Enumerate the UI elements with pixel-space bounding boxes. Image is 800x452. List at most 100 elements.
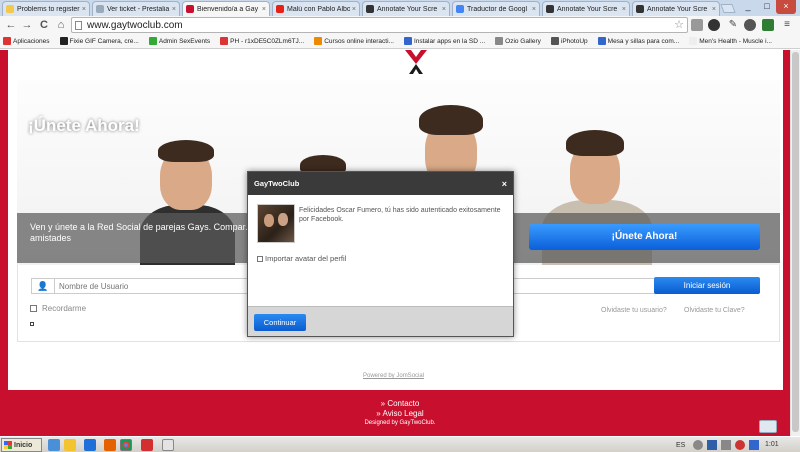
browser-tab[interactable]: Annotate Your Scre ×	[632, 1, 720, 16]
home-button[interactable]: ⌂	[54, 18, 68, 32]
bookmark-item[interactable]: Mesa y sillas para com...	[597, 37, 679, 45]
tab-close-icon[interactable]: ×	[262, 6, 266, 13]
continue-button[interactable]: Continuar	[254, 314, 306, 331]
tab-label: Annotate Your Scre	[557, 5, 618, 13]
bookmark-item[interactable]: Cursos online interacti...	[314, 37, 394, 45]
bookmark-icon	[689, 37, 698, 45]
browser-tab[interactable]: Bienvenido/a a Gay ×	[182, 1, 270, 16]
bookmark-label: Admin SexEvents	[158, 37, 211, 45]
small-checkbox[interactable]	[30, 322, 34, 326]
designed-by: Designed by GayTwoClub.	[364, 420, 436, 426]
maximize-button[interactable]: □	[757, 0, 777, 14]
modal-message: Felicidades Oscar Fumero, tú has sido au…	[299, 207, 501, 223]
tab-close-icon[interactable]: ×	[532, 6, 536, 13]
bookmark-item[interactable]: Admin SexEvents	[148, 37, 211, 45]
clock: 1:01	[765, 441, 779, 448]
scrollbar[interactable]	[790, 50, 800, 436]
import-avatar-checkbox[interactable]	[257, 255, 263, 262]
remember-label: Recordarme	[42, 304, 87, 313]
tab-label: Traductor de Googl	[467, 5, 528, 13]
browser-tab[interactable]: Ver ticket - Prestalia ×	[92, 1, 180, 16]
desktop-icon[interactable]	[48, 439, 60, 451]
bookmark-star-icon[interactable]: ☆	[674, 18, 684, 32]
acrobat-icon[interactable]	[141, 439, 153, 451]
contact-link[interactable]: » Contacto	[0, 399, 800, 409]
bookmark-label: Cursos online interacti...	[324, 37, 394, 45]
bookmark-item[interactable]: Fixie GIF Camera, cre...	[59, 37, 139, 45]
auth-modal: GayTwoClub × Felicidades Oscar Fumero, t…	[247, 171, 514, 337]
remember-checkbox[interactable]	[30, 305, 37, 312]
tab-favicon-icon	[456, 5, 464, 13]
window-close-button[interactable]: ×	[776, 0, 796, 14]
browser-tab[interactable]: Malú con Pablo Albo ×	[272, 1, 360, 16]
browser-tab[interactable]: Traductor de Googl ×	[452, 1, 540, 16]
tab-close-icon[interactable]: ×	[442, 6, 446, 13]
bookmark-item[interactable]: Instalar apps en la SD ...	[403, 37, 485, 45]
browser-tab[interactable]: Problems to register ×	[2, 1, 90, 16]
start-label: Inicio	[14, 441, 33, 449]
new-tab-button[interactable]	[720, 4, 736, 13]
join-now-button[interactable]: ¡Únete Ahora!	[529, 224, 760, 250]
forward-button[interactable]: →	[20, 18, 34, 32]
remember-me[interactable]: Recordarme	[30, 304, 86, 313]
tray-icon[interactable]	[693, 440, 704, 450]
bookmark-item[interactable]: Aplicaciones	[3, 37, 50, 45]
legal-link[interactable]: » Aviso Legal	[0, 409, 800, 419]
pen-extension-icon[interactable]: ✎	[727, 19, 739, 31]
extension-icon[interactable]	[708, 19, 720, 31]
extension-icon-2[interactable]	[744, 19, 756, 31]
scroll-thumb[interactable]	[792, 52, 799, 432]
browser-tab[interactable]: Annotate Your Scre ×	[542, 1, 630, 16]
forgot-username-link[interactable]: Olvidaste tu usuario?	[601, 307, 667, 314]
tab-close-icon[interactable]: ×	[82, 6, 86, 13]
firefox-icon[interactable]	[104, 439, 116, 451]
login-button[interactable]: Iniciar sesión	[654, 277, 760, 294]
reload-button[interactable]: C	[37, 18, 51, 32]
import-avatar-option[interactable]: Importar avatar del perfil	[257, 254, 346, 263]
bookmark-item[interactable]: Ozio Gallery	[495, 37, 541, 45]
tab-close-icon[interactable]: ×	[352, 6, 356, 13]
bookmark-icon	[550, 37, 559, 45]
modal-body: Felicidades Oscar Fumero, tú has sido au…	[248, 195, 513, 306]
chat-icon[interactable]	[759, 420, 777, 433]
minimize-button[interactable]: _	[738, 0, 758, 14]
menu-icon[interactable]: ≡	[781, 19, 793, 31]
network-icon[interactable]	[707, 440, 718, 450]
tab-close-icon[interactable]: ×	[172, 6, 176, 13]
bookmark-item[interactable]: iPhotoUp	[550, 37, 588, 45]
tab-favicon-icon	[6, 5, 14, 13]
gmail-extension-icon[interactable]	[691, 19, 703, 31]
back-button[interactable]: ←	[4, 18, 18, 32]
bookmark-item[interactable]: Men's Health - Muscle i...	[689, 37, 772, 45]
avatar	[257, 204, 295, 243]
antivirus-icon[interactable]	[735, 440, 746, 450]
hero-title: ¡Únete Ahora!	[28, 116, 140, 135]
bookmark-icon	[314, 37, 323, 45]
volume-icon[interactable]	[721, 440, 732, 450]
folder-icon[interactable]	[64, 439, 76, 451]
browser-toolbar: ← → C ⌂ www.gaytwoclub.com ☆ ✎ ≡	[0, 16, 800, 34]
bookmark-icon	[597, 37, 606, 45]
tab-favicon-icon	[636, 5, 644, 13]
bookmark-item[interactable]: PH - r1xDE5C0ZLm6TJ...	[220, 37, 304, 45]
ie-icon[interactable]	[84, 439, 96, 451]
bookmark-icon	[403, 37, 412, 45]
powered-by-link[interactable]: Powered by JomSocial	[363, 373, 424, 379]
bookmarks-bar: Aplicaciones Fixie GIF Camera, cre... Admi…	[0, 34, 800, 49]
extension-icon-3[interactable]	[762, 19, 774, 31]
system-tray: ES	[676, 438, 760, 452]
language-indicator[interactable]: ES	[676, 442, 685, 449]
site-logo[interactable]	[401, 50, 431, 74]
address-bar[interactable]: www.gaytwoclub.com ☆	[71, 17, 688, 33]
browser-tab[interactable]: Annotate Your Scre ×	[362, 1, 450, 16]
tray-app-icon[interactable]	[749, 440, 760, 450]
forgot-password-link[interactable]: Olvidaste tu Clave?	[684, 307, 745, 314]
chrome-icon[interactable]	[120, 439, 132, 451]
tab-strip: Problems to register × Ver ticket - Presta…	[0, 0, 800, 16]
bookmark-icon	[220, 37, 229, 45]
tab-close-icon[interactable]: ×	[712, 6, 716, 13]
start-button[interactable]: Inicio	[1, 438, 42, 452]
modal-close-icon[interactable]: ×	[502, 179, 507, 189]
app-icon[interactable]	[162, 439, 174, 451]
tab-close-icon[interactable]: ×	[622, 6, 626, 13]
